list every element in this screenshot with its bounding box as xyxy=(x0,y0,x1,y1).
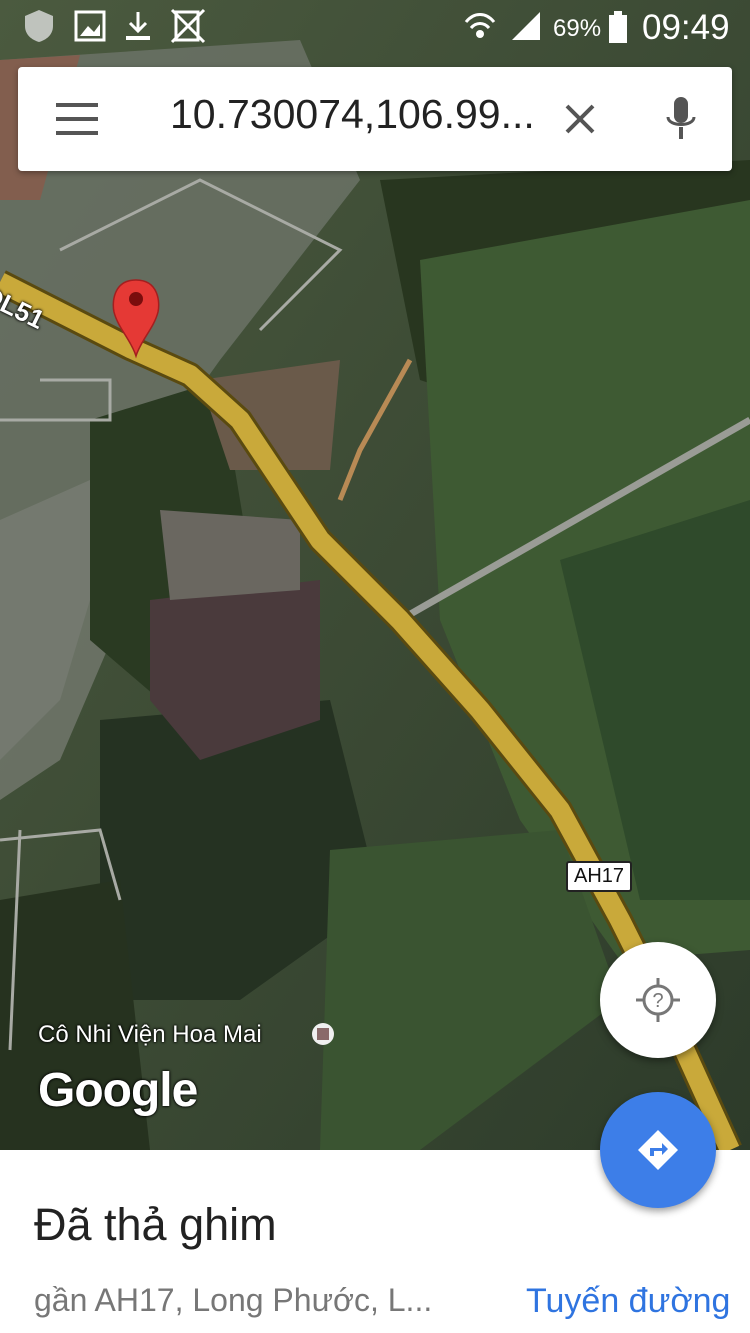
menu-icon[interactable] xyxy=(56,103,98,135)
search-box[interactable]: 10.730074,106.99... xyxy=(18,67,732,171)
place-address: gần AH17, Long Phước, L... xyxy=(34,1282,433,1318)
no-sim-icon xyxy=(170,8,206,44)
gallery-notification-icon xyxy=(74,10,106,42)
place-title: Đã thả ghim xyxy=(34,1199,277,1250)
mic-icon[interactable] xyxy=(665,97,697,141)
clock: 09:49 xyxy=(642,8,730,47)
status-bar: 69% 09:49 xyxy=(0,0,750,56)
directions-button[interactable] xyxy=(600,1092,716,1208)
close-icon[interactable] xyxy=(565,104,595,134)
search-query[interactable]: 10.730074,106.99... xyxy=(170,91,562,138)
directions-link[interactable]: Tuyến đường xyxy=(526,1282,730,1321)
location-unknown-icon: ? xyxy=(636,978,680,1022)
my-location-button[interactable]: ? xyxy=(600,942,716,1058)
signal-icon xyxy=(512,12,540,40)
svg-text:?: ? xyxy=(652,990,663,1012)
poi-label[interactable]: Cô Nhi Viện Hoa Mai xyxy=(38,1021,262,1049)
poi-icon xyxy=(312,1023,334,1045)
battery-icon xyxy=(609,11,627,43)
directions-icon xyxy=(638,1130,678,1170)
battery-percent: 69% xyxy=(553,15,602,42)
google-logo: Google xyxy=(38,1064,198,1117)
wifi-icon xyxy=(464,13,496,38)
download-icon xyxy=(126,12,150,40)
shield-notification-icon xyxy=(25,10,53,42)
road-shield-ah17: AH17 xyxy=(566,861,633,892)
